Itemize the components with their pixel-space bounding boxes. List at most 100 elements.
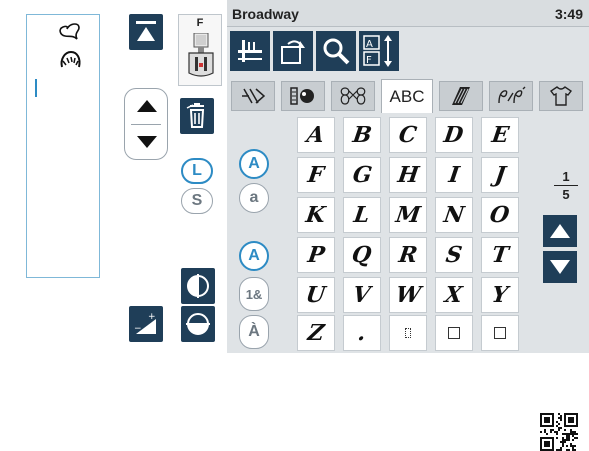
character-cell[interactable]: N xyxy=(435,197,473,233)
move-to-top-button[interactable] xyxy=(129,14,163,50)
character-label: X xyxy=(443,282,465,308)
utility-stitch-icon xyxy=(242,88,266,104)
tab-alphabet-label: ABC xyxy=(389,86,425,106)
character-label: A xyxy=(305,122,327,148)
tab-garment[interactable] xyxy=(539,81,583,111)
tab-tapering[interactable] xyxy=(439,81,483,111)
nav-down-icon[interactable] xyxy=(136,135,158,149)
uppercase-button[interactable]: A xyxy=(239,149,269,179)
character-cell[interactable]: I xyxy=(435,157,473,193)
presser-foot-letter: F xyxy=(196,17,204,29)
character-label: L xyxy=(352,202,372,228)
character-label: . xyxy=(356,320,368,346)
character-label: Q xyxy=(350,242,374,268)
character-cell[interactable]: P xyxy=(297,237,335,273)
toolbar: A F xyxy=(227,28,589,76)
text-cursor xyxy=(35,79,37,97)
page-total: 5 xyxy=(562,187,570,202)
tab-quilt[interactable] xyxy=(281,81,325,111)
character-cell[interactable]: H xyxy=(389,157,427,193)
sewing-settings-button[interactable] xyxy=(230,31,270,71)
category-tabs: ABC xyxy=(227,79,589,113)
svg-text:F: F xyxy=(366,55,372,66)
character-label: F xyxy=(306,162,326,188)
tab-alphabet[interactable]: ABC xyxy=(381,79,433,113)
character-cell[interactable]: S xyxy=(435,237,473,273)
character-cell[interactable]: . xyxy=(343,315,381,351)
character-cell[interactable]: X xyxy=(435,277,473,313)
stitch-edit-pane: F L S + − xyxy=(0,0,227,353)
tab-utility[interactable] xyxy=(231,81,275,111)
tab-motif[interactable] xyxy=(489,81,533,111)
special-space-cell[interactable] xyxy=(435,315,473,351)
narrow-space-icon xyxy=(405,328,411,338)
character-cell[interactable]: V xyxy=(343,277,381,313)
mirror-horizontal-icon xyxy=(186,313,210,335)
character-cell[interactable]: O xyxy=(481,197,519,233)
character-cell[interactable]: U xyxy=(297,277,335,313)
character-label: N xyxy=(442,202,466,228)
quilt-stitch-icon xyxy=(290,87,314,105)
character-label: D xyxy=(442,122,466,148)
presser-foot-icon xyxy=(188,33,214,77)
character-label: P xyxy=(305,242,327,268)
character-cell[interactable]: W xyxy=(389,277,427,313)
character-label: K xyxy=(304,202,328,228)
arch-stitch-icon[interactable] xyxy=(57,49,83,73)
space-icon xyxy=(494,327,506,339)
character-cell[interactable]: R xyxy=(389,237,427,273)
mirror-horizontal-button[interactable] xyxy=(181,306,215,342)
accented-letters-button[interactable]: À xyxy=(239,315,269,349)
size-small-button[interactable]: S xyxy=(181,188,213,214)
sewing-machine-icon xyxy=(238,40,262,62)
undo-button[interactable] xyxy=(273,31,313,71)
character-cell[interactable]: E xyxy=(481,117,519,153)
lowercase-button[interactable]: a xyxy=(239,183,269,213)
character-cell[interactable]: F xyxy=(297,157,335,193)
page-down-button[interactable] xyxy=(543,251,577,283)
character-cell[interactable]: K xyxy=(297,197,335,233)
character-cell[interactable]: C xyxy=(389,117,427,153)
special-space-cell[interactable] xyxy=(481,315,519,351)
character-cell[interactable]: Q xyxy=(343,237,381,273)
numbers-symbols-button[interactable]: 1& xyxy=(239,277,269,311)
special-space-cell[interactable] xyxy=(389,315,427,351)
density-icon: + − xyxy=(134,312,156,334)
heart-stitch-icon[interactable] xyxy=(57,21,83,43)
character-label: H xyxy=(395,162,421,188)
character-cell[interactable]: Y xyxy=(481,277,519,313)
character-cell[interactable]: G xyxy=(343,157,381,193)
mirror-vertical-button[interactable] xyxy=(181,268,215,304)
triangle-up-icon xyxy=(550,224,570,238)
space-icon xyxy=(448,327,460,339)
tab-decorative[interactable] xyxy=(331,81,375,111)
character-cell[interactable]: M xyxy=(389,197,427,233)
character-cell[interactable]: Z xyxy=(297,315,335,351)
zoom-button[interactable] xyxy=(316,31,356,71)
letters-button[interactable]: A xyxy=(239,241,269,271)
stitch-density-button[interactable]: + − xyxy=(129,306,163,342)
character-cell[interactable]: B xyxy=(343,117,381,153)
character-cell[interactable]: T xyxy=(481,237,519,273)
character-label: Y xyxy=(490,282,510,308)
nav-up-icon[interactable] xyxy=(136,99,158,113)
character-cell[interactable]: J xyxy=(481,157,519,193)
delete-stitch-button[interactable] xyxy=(180,98,214,134)
stitch-size-selector: L S xyxy=(181,158,213,216)
size-large-button[interactable]: L xyxy=(181,158,213,184)
trash-icon xyxy=(186,103,205,128)
svg-text:+: + xyxy=(148,312,156,322)
character-cell[interactable]: A xyxy=(297,117,335,153)
mirror-vertical-icon xyxy=(187,274,209,298)
stitch-sequence-area[interactable] xyxy=(26,14,100,278)
alphabet-size-button[interactable]: A F xyxy=(359,31,399,71)
page-up-button[interactable] xyxy=(543,215,577,247)
title-bar: Broadway 3:49 xyxy=(227,0,589,27)
character-set-selector: A 1& À xyxy=(239,241,269,351)
character-cell[interactable]: L xyxy=(343,197,381,233)
qr-code-icon[interactable] xyxy=(540,413,578,451)
sequence-navigator xyxy=(124,88,168,160)
character-label: J xyxy=(492,162,508,188)
character-cell[interactable]: D xyxy=(435,117,473,153)
clock-label: 3:49 xyxy=(554,6,583,22)
